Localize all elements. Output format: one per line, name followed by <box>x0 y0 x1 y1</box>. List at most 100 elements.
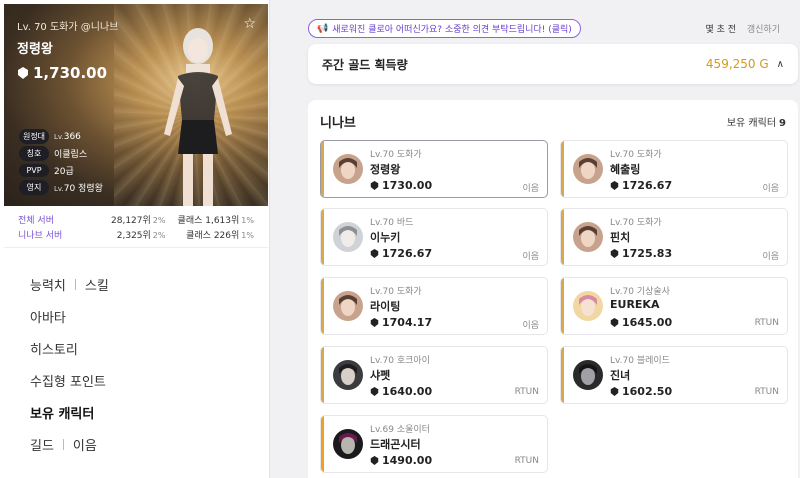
card-accent-bar <box>321 209 324 265</box>
megaphone-icon: 📢 <box>317 23 329 34</box>
stat-value: Lv.366 <box>54 131 81 142</box>
card-accent-bar <box>321 141 324 197</box>
menu-collectibles[interactable]: 수집형 포인트 <box>30 364 109 396</box>
menu-separator <box>74 278 76 290</box>
item-level-value: 1602.50 <box>622 385 673 398</box>
character-guild: 이음 <box>522 321 539 331</box>
roster-panel: 니나브 보유 캐릭터 9 Lv.70 도화가 정령왕 1730.00 이음 Lv.70 도… <box>308 100 798 478</box>
item-level-value: 1640.00 <box>382 385 433 398</box>
character-avatar <box>573 222 603 252</box>
character-avatar <box>333 429 363 459</box>
menu-ability[interactable]: 능력치 <box>30 275 66 294</box>
rank-row-server: 니나브 서버 2,325위 2% 클래스 226위 1% <box>18 227 254 242</box>
menu-separator <box>62 438 64 450</box>
character-card[interactable]: Lv.70 호크아이 샤펫 1640.00 RTUN <box>320 346 548 404</box>
class-rank: 클래스 1,613위 1% <box>177 216 254 226</box>
character-name: 혜출링 <box>610 163 641 176</box>
character-server-line: Lv. 70 도화가 @니나브 <box>17 22 119 33</box>
character-name: 라이팅 <box>370 300 401 313</box>
item-level-value: 1645.00 <box>622 316 673 329</box>
character-name: 이누키 <box>370 231 401 244</box>
character-item-level: 1490.00 <box>370 454 432 467</box>
character-class: Lv.70 블레이드 <box>610 356 670 366</box>
profile-panel: Lv. 70 도화가 @니나브 ☆ 정령왕 1,730.00 원정대 Lv.36… <box>0 0 270 478</box>
chevron-up-icon[interactable]: ∧ <box>777 59 784 70</box>
menu-guild-name[interactable]: 이음 <box>73 435 97 454</box>
item-level-icon <box>370 249 379 258</box>
item-level-icon <box>370 387 379 396</box>
last-updated: 몇 초 전 <box>705 25 736 35</box>
weekly-gold-card[interactable]: 주간 골드 획득량 459,250 G ∧ <box>308 44 798 84</box>
stat-tag: PVP <box>19 164 49 177</box>
refresh-button[interactable]: 갱신하기 <box>747 25 780 35</box>
menu-item-guild: 길드 이음 <box>30 428 109 460</box>
character-avatar <box>333 222 363 252</box>
item-level-value: 1,730.00 <box>33 64 108 82</box>
rank-label: 니나브 서버 <box>18 231 63 241</box>
item-level-value: 1490.00 <box>382 454 433 467</box>
character-card[interactable]: Lv.70 도화가 정령왕 1730.00 이음 <box>320 140 548 198</box>
character-guild: RTUN <box>514 456 539 466</box>
menu-avatar[interactable]: 아바타 <box>30 300 109 332</box>
feedback-notice-text: 새로워진 클로아 어떠신가요? 소중한 의견 부탁드립니다! (클릭) <box>332 25 572 35</box>
character-name: EUREKA <box>610 298 660 311</box>
card-accent-bar <box>561 278 564 334</box>
menu-history[interactable]: 히스토리 <box>30 332 109 364</box>
character-class: Lv.70 기상술사 <box>610 287 670 297</box>
roster-server-name: 니나브 <box>320 116 356 131</box>
menu-guild[interactable]: 길드 <box>30 435 54 454</box>
character-card[interactable]: Lv.69 소울이터 드래곤시터 1490.00 RTUN <box>320 415 548 473</box>
character-avatar <box>573 360 603 390</box>
menu-roster[interactable]: 보유 캐릭터 <box>30 396 109 428</box>
feedback-notice[interactable]: 📢 새로워진 클로아 어떠신가요? 소중한 의견 부탁드립니다! (클릭) <box>308 19 581 38</box>
character-portrait: Lv. 70 도화가 @니나브 ☆ 정령왕 1,730.00 원정대 Lv.36… <box>4 4 268 206</box>
class-rank: 클래스 226위 1% <box>186 231 254 241</box>
character-avatar <box>333 360 363 390</box>
character-class: Lv.70 도화가 <box>370 287 422 297</box>
character-item-level: 1726.67 <box>370 247 432 260</box>
item-level-icon <box>610 181 619 190</box>
stat-row-title: 칭호 이클립스 <box>19 145 103 162</box>
character-card[interactable]: Lv.70 기상술사 EUREKA 1645.00 RTUN <box>560 277 788 335</box>
menu-item-ability-skill: 능력치 스킬 <box>30 268 109 300</box>
card-accent-bar <box>321 416 324 472</box>
item-level-icon <box>610 249 619 258</box>
character-figure <box>164 28 232 206</box>
stat-value: Lv.70 정령왕 <box>54 184 103 194</box>
character-card[interactable]: Lv.70 도화가 핀치 1725.83 이음 <box>560 208 788 266</box>
character-avatar <box>333 291 363 321</box>
rank-value: 2,325위 2% <box>116 231 166 241</box>
character-guild: 이음 <box>522 184 539 194</box>
character-name: 정령왕 <box>17 42 53 57</box>
stat-value: 20급 <box>54 167 74 177</box>
stat-row-expedition: 원정대 Lv.366 <box>19 128 103 145</box>
character-item-level: 1725.83 <box>610 247 672 260</box>
card-accent-bar <box>321 347 324 403</box>
item-level-value: 1730.00 <box>382 179 433 192</box>
item-level-value: 1726.67 <box>622 179 673 192</box>
character-guild: 이음 <box>762 252 779 262</box>
stat-tag: 원정대 <box>19 129 49 144</box>
menu-skill[interactable]: 스킬 <box>85 275 109 294</box>
ranking-panel: 전체 서버 28,127위 2% 클래스 1,613위 1% 니나브 서버 2,32… <box>4 206 268 248</box>
profile-menu: 능력치 스킬 아바타 히스토리 수집형 포인트 보유 캐릭터 길드 이음 <box>30 268 109 460</box>
item-level: 1,730.00 <box>17 64 107 82</box>
item-level-icon <box>370 456 379 465</box>
item-level-icon <box>370 181 379 190</box>
character-card[interactable]: Lv.70 바드 이누키 1726.67 이음 <box>320 208 548 266</box>
character-guild: RTUN <box>514 387 539 397</box>
character-card[interactable]: Lv.70 도화가라이팅 1704.17 이음 <box>320 277 548 335</box>
character-stats: 원정대 Lv.366 칭호 이클립스 PVP 20급 영지 Lv.70 정령왕 <box>19 128 103 196</box>
character-card[interactable]: Lv.70 도화가 혜출링 1726.67 이음 <box>560 140 788 198</box>
character-avatar <box>333 154 363 184</box>
favorite-star-icon[interactable]: ☆ <box>243 16 256 32</box>
card-accent-bar <box>321 278 324 334</box>
character-card[interactable]: Lv.70 블레이드 진녀 1602.50 RTUN <box>560 346 788 404</box>
stat-tag: 영지 <box>19 180 49 195</box>
character-item-level: 1730.00 <box>370 179 432 192</box>
character-item-level: 1602.50 <box>610 385 672 398</box>
character-item-level: 1704.17 <box>370 316 432 329</box>
card-accent-bar <box>561 347 564 403</box>
card-accent-bar <box>561 141 564 197</box>
item-level-icon <box>18 67 28 79</box>
